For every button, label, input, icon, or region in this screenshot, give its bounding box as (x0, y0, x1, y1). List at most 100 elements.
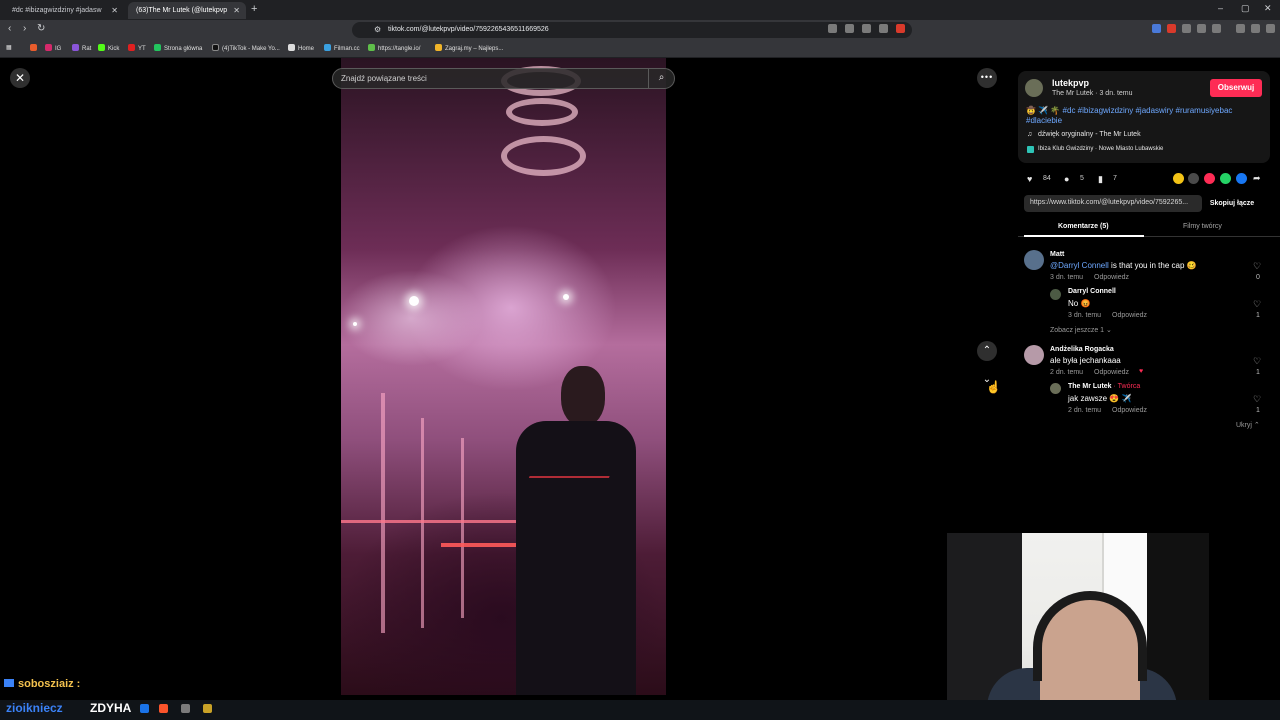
like-heart-icon[interactable]: ♥ (1027, 174, 1032, 184)
more-options-button[interactable]: ••• (977, 68, 997, 88)
video-player[interactable] (341, 58, 666, 695)
extensions-puzzle-icon[interactable] (1197, 24, 1206, 33)
comment-body: is that you in the cap 🥴 (1108, 261, 1197, 270)
comment-like-icon[interactable]: ♡ (1253, 261, 1261, 272)
media-icon[interactable] (1236, 24, 1245, 33)
extension-icon[interactable] (1152, 24, 1161, 33)
comment-like-icon[interactable]: ♡ (1253, 356, 1261, 367)
video-rail (381, 393, 385, 633)
reply-button[interactable]: Odpowiedz (1112, 407, 1147, 414)
comment-text: No 😡 (1068, 299, 1091, 308)
comment-icon[interactable]: ● (1064, 174, 1069, 184)
browser-tab-1[interactable]: #dc #ibizagwizdziny #jadasw ✕ (4, 2, 124, 19)
reply-button[interactable]: Odpowiedz (1094, 369, 1129, 376)
author-avatar[interactable] (1025, 79, 1043, 97)
bookmark-item[interactable]: Filman.cc (324, 44, 360, 52)
comment-username[interactable]: Andżelika Rogacka (1050, 346, 1114, 353)
bookmark-item[interactable]: Home (288, 44, 314, 52)
extension-icon[interactable] (845, 24, 854, 33)
comment-count: 5 (1080, 175, 1084, 182)
facebook-icon[interactable] (1236, 173, 1247, 184)
extension-icon[interactable] (862, 24, 871, 33)
related-search-input[interactable]: Znajdź powiązane treści ⌕ (332, 68, 675, 89)
tab-comments[interactable]: Komentarze (5) (1058, 223, 1109, 230)
author-username[interactable]: lutekpvp (1052, 78, 1089, 88)
video-link-field[interactable]: https://www.tiktok.com/@lutekpvp/video/7… (1024, 195, 1202, 212)
comment-username[interactable]: Matt (1050, 251, 1064, 258)
close-tab-icon[interactable]: ✕ (111, 6, 118, 15)
wallet-icon[interactable] (1251, 24, 1260, 33)
reply-button[interactable]: Odpowiedz (1112, 312, 1147, 319)
extension-icon[interactable] (1167, 24, 1176, 33)
comment-username[interactable]: The Mr Lutek · Twórca (1068, 383, 1140, 390)
whatsapp-icon[interactable] (1220, 173, 1231, 184)
send-icon[interactable] (1204, 173, 1215, 184)
menu-icon[interactable] (1266, 24, 1275, 33)
share-coin-icon[interactable] (1173, 173, 1184, 184)
hide-replies-button[interactable]: Ukryj ⌃ (1236, 421, 1260, 429)
bookmark-item[interactable]: Kick (98, 44, 119, 52)
comment-time: 2 dn. temu (1050, 369, 1084, 376)
close-button[interactable]: ✕ (10, 68, 30, 88)
bookmark-item[interactable]: Rat (72, 44, 91, 52)
forward-icon[interactable]: › (23, 23, 26, 34)
sidebar-icon[interactable] (1212, 24, 1221, 33)
restore-icon[interactable]: ▢ (1241, 3, 1250, 14)
mouse-cursor-icon: ☝ (986, 380, 1001, 394)
commenter-avatar[interactable] (1050, 289, 1061, 300)
location-icon (1027, 146, 1034, 153)
share-arrow-icon[interactable]: ➦ (1253, 173, 1261, 184)
window-close-icon[interactable]: ✕ (1264, 3, 1272, 14)
taskbar-brave-icon[interactable] (159, 704, 168, 713)
close-tab-icon[interactable]: ✕ (233, 6, 240, 15)
copy-link-button[interactable]: Skopiuj łącze (1203, 195, 1261, 212)
site-info-icon[interactable]: ⚙ (374, 25, 381, 34)
bookmark-label: Kick (108, 46, 120, 52)
bookmark-item[interactable] (30, 44, 40, 52)
follow-button[interactable]: Obserwuj (1210, 79, 1262, 97)
extension-icon[interactable] (1182, 24, 1191, 33)
previous-video-button[interactable]: ⌃ (977, 341, 997, 361)
comment-username[interactable]: Darryl Connell (1068, 288, 1116, 295)
comment-like-icon[interactable]: ♡ (1253, 299, 1261, 310)
extension-icon[interactable] (828, 24, 837, 33)
commenter-avatar[interactable] (1024, 345, 1044, 365)
bookmark-icon[interactable]: ▮ (1098, 174, 1103, 185)
search-icon[interactable]: ⌕ (648, 69, 674, 88)
browser-tab-2[interactable]: (63)The Mr Lutek (@lutekpvp ✕ (128, 2, 246, 19)
comment-username-text: The Mr Lutek (1068, 383, 1112, 390)
extension-icon[interactable] (879, 24, 888, 33)
post-hashtags[interactable]: 🤠 ✈️ 🌴 #dc #ibizagwizdziny #jadaswiry #r… (1026, 106, 1256, 126)
comment-like-icon[interactable]: ♡ (1253, 394, 1261, 405)
bookmark-item[interactable]: YT (128, 44, 146, 52)
reload-icon[interactable]: ↻ (37, 23, 45, 34)
comment-mention[interactable]: @Darryl Connell (1050, 261, 1109, 270)
taskbar-app-icon[interactable] (140, 704, 149, 713)
sound-link[interactable]: dźwięk oryginalny - The Mr Lutek (1038, 131, 1141, 138)
bookmark-label: (4)TikTok - Make Yo... (222, 46, 280, 52)
taskbar-app-icon[interactable] (203, 704, 212, 713)
address-url: tiktok.com/@lutekpvp/video/7592265436511… (388, 26, 549, 33)
taskbar-app-icon[interactable] (181, 704, 190, 713)
back-icon[interactable]: ‹ (8, 23, 11, 34)
location-link[interactable]: Ibiza Klub Gwizdziny · Nowe Miasto Lubaw… (1038, 146, 1163, 152)
browser-chrome: #dc #ibizagwizdziny #jadasw ✕ (63)The Mr … (0, 0, 1280, 58)
embed-icon[interactable] (1188, 173, 1199, 184)
tab-creator-videos[interactable]: Filmy twórcy (1183, 223, 1222, 230)
bookmark-item[interactable]: (4)TikTok - Make Yo... (212, 44, 280, 52)
reply-button[interactable]: Odpowiedz (1094, 274, 1129, 281)
commenter-avatar[interactable] (1050, 383, 1061, 394)
bookmark-item[interactable]: IG (45, 44, 61, 52)
bookmark-item[interactable]: https://tangle.io/ (368, 44, 420, 52)
bookmark-item[interactable]: Zagraj.my – Najleps... (435, 44, 503, 52)
comment-like-count: 1 (1256, 407, 1260, 414)
view-more-replies-button[interactable]: Zobacz jeszcze 1 ⌄ (1050, 326, 1112, 334)
apps-grid-icon[interactable]: ▦ (6, 44, 12, 51)
bookmark-item[interactable]: Strona główna (154, 44, 202, 52)
commenter-avatar[interactable] (1024, 250, 1044, 270)
bookmark-label: YT (138, 46, 146, 52)
video-rail (341, 520, 526, 523)
brave-shield-icon[interactable] (896, 24, 905, 33)
new-tab-icon[interactable]: + (251, 3, 257, 15)
minimize-icon[interactable]: – (1218, 3, 1223, 13)
